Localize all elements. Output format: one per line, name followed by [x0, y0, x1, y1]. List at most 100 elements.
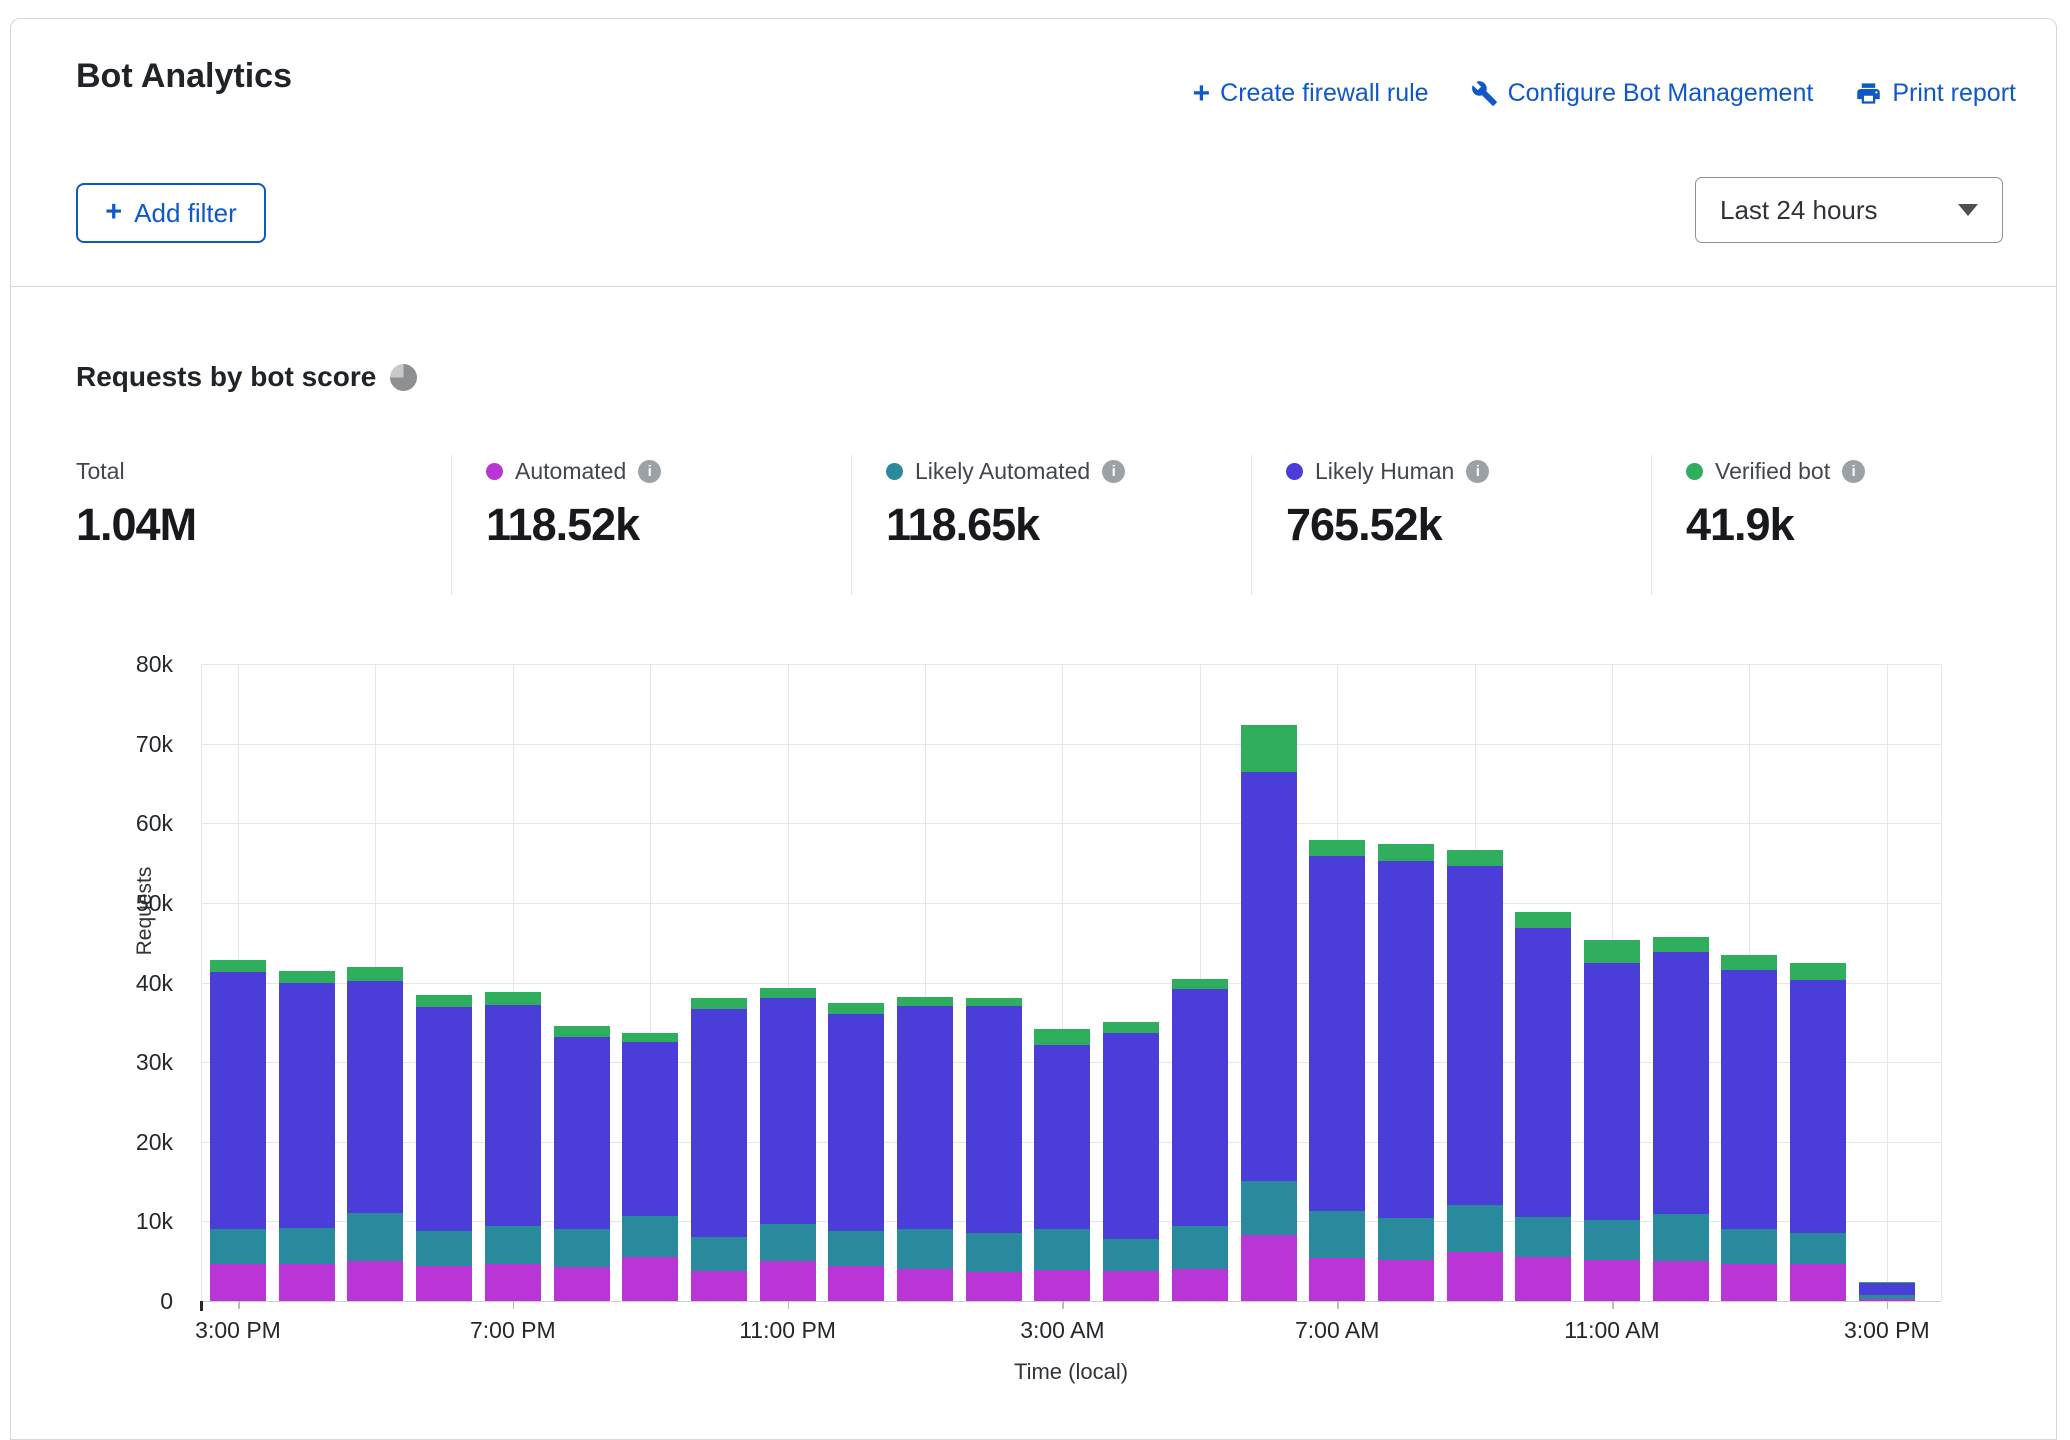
- bar-segment-verified-bot: [691, 998, 747, 1009]
- chevron-down-icon: [1958, 204, 1978, 216]
- info-icon[interactable]: i: [1466, 460, 1489, 483]
- x-tick-label: 3:00 PM: [153, 1317, 323, 1344]
- bar-9-00-pm[interactable]: [622, 1033, 678, 1301]
- bar-11-00-pm[interactable]: [760, 988, 816, 1301]
- bar-segment-automated: [210, 1264, 266, 1301]
- bar-segment-likely-human: [1447, 866, 1503, 1205]
- gridline-vertical: [1941, 664, 1942, 1301]
- bar-10-00-am[interactable]: [1515, 912, 1571, 1301]
- bar-segment-likely-automated: [966, 1233, 1022, 1271]
- bar-11-00-am[interactable]: [1584, 940, 1640, 1301]
- bar-5-00-am[interactable]: [1172, 979, 1228, 1301]
- bar-12-00-pm[interactable]: [1653, 937, 1709, 1301]
- x-tick: [1612, 1301, 1614, 1309]
- bar-10-00-pm[interactable]: [691, 998, 747, 1301]
- info-icon[interactable]: i: [1102, 460, 1125, 483]
- bar-segment-likely-automated: [622, 1216, 678, 1257]
- bar-segment-likely-human: [1653, 952, 1709, 1214]
- bar-segment-likely-human: [1172, 989, 1228, 1226]
- bar-segment-automated: [485, 1264, 541, 1301]
- x-tick-label: 7:00 AM: [1252, 1317, 1422, 1344]
- bar-segment-likely-automated: [554, 1229, 610, 1266]
- bar-segment-likely-automated: [1241, 1181, 1297, 1235]
- bar-segment-likely-human: [1034, 1045, 1090, 1230]
- info-icon[interactable]: i: [1842, 460, 1865, 483]
- bar-segment-likely-human: [1241, 772, 1297, 1181]
- bar-segment-likely-human: [760, 998, 816, 1223]
- bar-segment-likely-automated: [347, 1213, 403, 1261]
- bar-1-00-am[interactable]: [897, 997, 953, 1301]
- bar-segment-likely-human: [691, 1009, 747, 1238]
- bar-segment-likely-human: [622, 1042, 678, 1216]
- legend-dot: [1286, 463, 1303, 480]
- y-tick-label: 10k: [61, 1209, 173, 1233]
- bar-segment-automated: [1103, 1271, 1159, 1301]
- add-filter-button[interactable]: + Add filter: [76, 183, 266, 243]
- time-range-value: Last 24 hours: [1720, 195, 1878, 226]
- bar-2-00-pm[interactable]: [1790, 963, 1846, 1301]
- bar-segment-likely-automated: [279, 1228, 335, 1264]
- x-tick-label: 3:00 PM: [1802, 1317, 1972, 1344]
- print-report-label: Print report: [1892, 79, 2016, 108]
- bar-segment-likely-automated: [1309, 1211, 1365, 1258]
- bar-8-00-pm[interactable]: [554, 1026, 610, 1301]
- y-tick-label: 20k: [61, 1130, 173, 1154]
- bar-6-00-am[interactable]: [1241, 725, 1297, 1301]
- bar-7-00-pm[interactable]: [485, 992, 541, 1301]
- x-tick: [1337, 1301, 1339, 1309]
- info-icon[interactable]: i: [638, 460, 661, 483]
- bar-segment-likely-automated: [210, 1229, 266, 1263]
- bar-segment-automated: [897, 1269, 953, 1301]
- bar-segment-verified-bot: [897, 997, 953, 1007]
- bar-4-00-am[interactable]: [1103, 1022, 1159, 1301]
- x-tick: [1887, 1301, 1889, 1309]
- bar-segment-likely-human: [828, 1014, 884, 1231]
- bar-segment-likely-automated: [760, 1224, 816, 1261]
- bot-analytics-card: Bot Analytics + Create firewall rule Con…: [10, 18, 2057, 1440]
- bar-segment-likely-automated: [1790, 1233, 1846, 1264]
- bar-1-00-pm[interactable]: [1721, 955, 1777, 1301]
- header-divider: [11, 286, 2056, 287]
- stat-label: Total: [76, 458, 125, 485]
- stat-automated: Automatedi118.52k: [451, 455, 851, 595]
- create-firewall-rule-link[interactable]: + Create firewall rule: [1193, 79, 1429, 108]
- stat-label: Verified bot: [1715, 458, 1830, 485]
- bar-segment-likely-human: [1790, 980, 1846, 1233]
- print-report-link[interactable]: Print report: [1855, 79, 2016, 108]
- bar-segment-likely-automated: [828, 1231, 884, 1266]
- bar-segment-likely-human: [1103, 1033, 1159, 1238]
- bar-segment-likely-human: [1721, 970, 1777, 1230]
- bar-segment-verified-bot: [279, 971, 335, 983]
- bar-3-00-am[interactable]: [1034, 1029, 1090, 1301]
- stat-value: 118.65k: [886, 499, 1251, 551]
- gridline-horizontal: [201, 664, 1941, 665]
- bar-9-00-am[interactable]: [1447, 850, 1503, 1301]
- header-actions: + Create firewall rule Configure Bot Man…: [1193, 79, 2016, 108]
- bar-7-00-am[interactable]: [1309, 840, 1365, 1301]
- bar-3-00-pm[interactable]: [1859, 1282, 1915, 1301]
- bar-3-00-pm[interactable]: [210, 960, 266, 1301]
- configure-bot-management-label: Configure Bot Management: [1508, 79, 1814, 108]
- configure-bot-management-link[interactable]: Configure Bot Management: [1471, 79, 1814, 108]
- bar-segment-automated: [1447, 1252, 1503, 1301]
- time-range-select[interactable]: Last 24 hours: [1695, 177, 2003, 243]
- bar-6-00-pm[interactable]: [416, 995, 472, 1301]
- bar-segment-verified-bot: [1172, 979, 1228, 989]
- legend-dot: [886, 463, 903, 480]
- bar-segment-verified-bot: [416, 995, 472, 1007]
- bar-segment-verified-bot: [1790, 963, 1846, 980]
- bar-segment-automated: [1378, 1260, 1434, 1301]
- bar-4-00-pm[interactable]: [279, 971, 335, 1301]
- bar-segment-verified-bot: [210, 960, 266, 972]
- bar-segment-automated: [760, 1261, 816, 1301]
- bar-5-00-pm[interactable]: [347, 967, 403, 1301]
- bar-12-00-am[interactable]: [828, 1003, 884, 1301]
- pie-chart-icon: [390, 364, 417, 391]
- bar-segment-verified-bot: [1103, 1022, 1159, 1033]
- bar-segment-likely-automated: [1584, 1220, 1640, 1261]
- bar-8-00-am[interactable]: [1378, 844, 1434, 1301]
- bar-segment-likely-human: [279, 983, 335, 1227]
- bar-segment-automated: [1241, 1235, 1297, 1301]
- bar-segment-verified-bot: [485, 992, 541, 1005]
- bar-2-00-am[interactable]: [966, 998, 1022, 1301]
